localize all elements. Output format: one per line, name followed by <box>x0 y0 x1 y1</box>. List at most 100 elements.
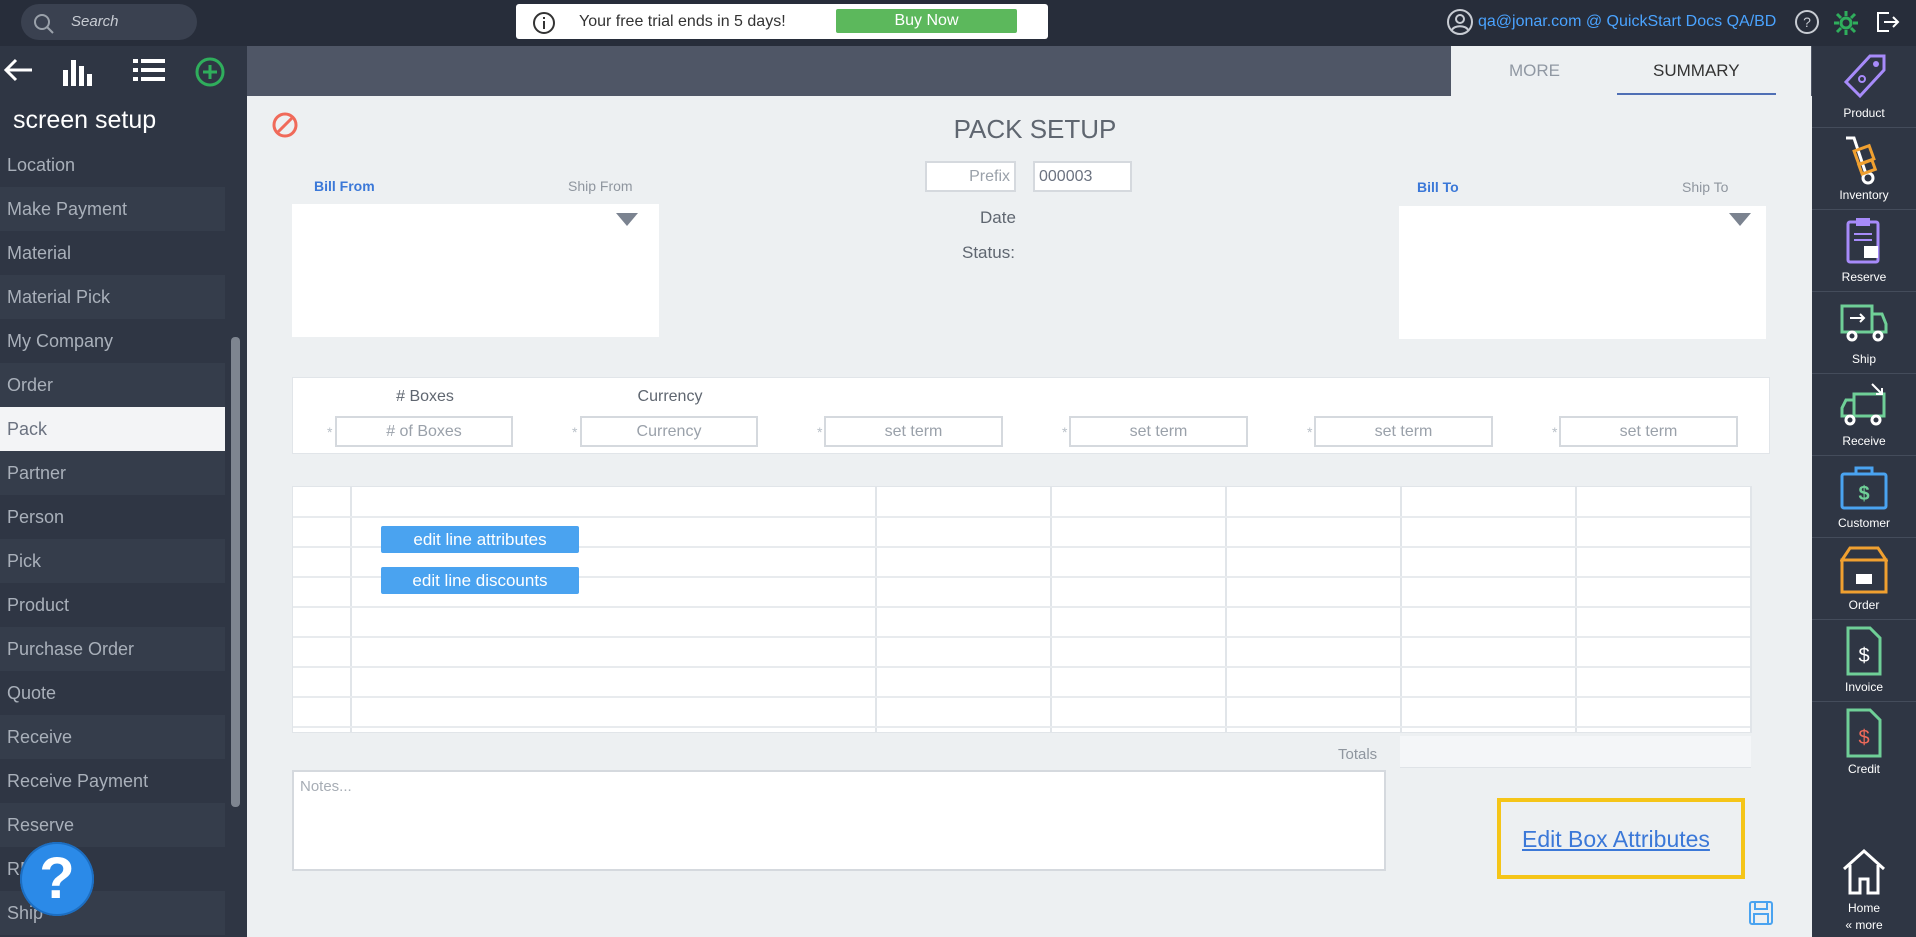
add-circle-icon[interactable] <box>194 56 226 88</box>
nav-inventory[interactable]: Inventory <box>1812 128 1916 209</box>
nav-invoice[interactable]: $ Invoice <box>1812 620 1916 701</box>
sidebar-item-person[interactable]: Person <box>0 495 225 539</box>
bill-from-dropdown-icon[interactable] <box>616 213 638 226</box>
more-link[interactable]: « more <box>1812 918 1916 932</box>
nav-receive[interactable]: Receive <box>1812 374 1916 455</box>
nav-credit-label: Credit <box>1847 762 1880 776</box>
tab-more[interactable]: MORE <box>1509 61 1560 81</box>
sidebar-item-quote[interactable]: Quote <box>0 671 225 715</box>
required-mark: * <box>817 424 823 440</box>
tab-active-indicator <box>1617 93 1776 95</box>
sidebar-item-reserve[interactable]: Reserve <box>0 803 225 847</box>
sidebar-item-material-pick[interactable]: Material Pick <box>0 275 225 319</box>
edit-line-attributes-button[interactable]: edit line attributes <box>381 526 579 553</box>
bill-to-dropdown-icon[interactable] <box>1729 213 1751 226</box>
number-input[interactable]: 000003 <box>1033 161 1132 192</box>
grid-divider <box>1750 487 1752 733</box>
tag-icon <box>1843 54 1886 99</box>
nav-order[interactable]: Order <box>1812 538 1916 619</box>
help-fab-button[interactable]: ? <box>20 842 94 916</box>
term-input[interactable]: set term <box>824 416 1003 447</box>
currency-label: Currency <box>637 388 703 405</box>
required-mark: * <box>1062 424 1068 440</box>
line-items-grid[interactable] <box>292 486 1752 733</box>
sidebar-title: screen setup <box>13 106 157 134</box>
bar-chart-icon[interactable] <box>61 56 93 86</box>
term-input[interactable]: set term <box>1069 416 1248 447</box>
ship-to-label[interactable]: Ship To <box>1682 179 1728 195</box>
prefix-input[interactable]: Prefix <box>925 161 1016 192</box>
sidebar-scrollbar[interactable] <box>231 337 240 807</box>
sidebar-item-receive[interactable]: Receive <box>0 715 225 759</box>
hand-truck-icon <box>1846 136 1878 185</box>
sidebar-list: Location Make Payment Material Material … <box>0 143 225 935</box>
gear-icon[interactable] <box>1832 9 1860 37</box>
logout-icon[interactable] <box>1874 9 1900 35</box>
required-mark: * <box>1307 424 1313 440</box>
currency-input[interactable]: Currency <box>580 416 758 447</box>
user-text: qa@jonar.com @ QuickStart Docs QA/BD <box>1478 13 1777 30</box>
nav-home[interactable]: Home <box>1812 841 1916 922</box>
svg-text:?: ? <box>1803 14 1811 30</box>
nav-order-label: Order <box>1848 598 1880 612</box>
nav-credit[interactable]: $ Credit <box>1812 702 1916 783</box>
buy-now-button[interactable]: Buy Now <box>836 9 1017 33</box>
grid-row-line <box>293 696 1750 698</box>
boxes-input[interactable]: # of Boxes <box>335 416 513 447</box>
bill-to-label[interactable]: Bill To <box>1417 179 1459 195</box>
bill-from-address-box[interactable] <box>292 204 659 337</box>
required-mark: * <box>572 424 578 440</box>
grid-row-line <box>293 606 1750 608</box>
search-box[interactable] <box>21 4 197 40</box>
nav-customer[interactable]: $ Customer <box>1812 456 1916 537</box>
user-account[interactable]: qa@jonar.com @ QuickStart Docs QA/BD <box>1446 8 1776 36</box>
edit-line-discounts-button[interactable]: edit line discounts <box>381 567 579 594</box>
tab-summary[interactable]: SUMMARY <box>1653 61 1740 81</box>
right-sidebar: Product Inventory Reserve Ship Receive $… <box>1812 46 1916 937</box>
notes-field[interactable] <box>292 770 1386 871</box>
nav-receive-label: Receive <box>1842 434 1886 448</box>
help-icon[interactable]: ? <box>1794 9 1820 35</box>
search-input[interactable] <box>71 13 186 30</box>
nav-product-label: Product <box>1843 106 1885 120</box>
nav-reserve-label: Reserve <box>1841 270 1887 284</box>
sidebar-item-receive-payment[interactable]: Receive Payment <box>0 759 225 803</box>
sidebar-item-product[interactable]: Product <box>0 583 225 627</box>
truck-out-icon <box>1840 304 1888 342</box>
trial-banner: Your free trial ends in 5 days! Buy Now <box>516 4 1048 39</box>
list-icon[interactable] <box>133 56 165 84</box>
sidebar-item-order[interactable]: Order <box>0 363 225 407</box>
briefcase-dollar-icon: $ <box>1840 466 1888 510</box>
save-icon[interactable] <box>1748 900 1774 926</box>
nav-reserve[interactable]: Reserve <box>1812 210 1916 291</box>
user-icon <box>1447 9 1473 35</box>
sidebar-item-location[interactable]: Location <box>0 143 225 187</box>
svg-text:$: $ <box>1858 645 1869 667</box>
required-mark: * <box>1552 424 1558 440</box>
top-bar: Your free trial ends in 5 days! Buy Now … <box>0 0 1916 46</box>
sidebar-item-purchase-order[interactable]: Purchase Order <box>0 627 225 671</box>
grid-row-line <box>293 636 1750 638</box>
cancel-icon[interactable] <box>271 111 299 139</box>
nav-product[interactable]: Product <box>1812 46 1916 127</box>
nav-ship[interactable]: Ship <box>1812 292 1916 373</box>
term-input[interactable]: set term <box>1314 416 1493 447</box>
bill-to-address-box[interactable] <box>1399 206 1766 339</box>
ship-from-label[interactable]: Ship From <box>568 178 633 194</box>
status-label: Status: <box>962 243 1015 262</box>
sidebar-item-make-payment[interactable]: Make Payment <box>0 187 225 231</box>
term-input[interactable]: set term <box>1559 416 1738 447</box>
search-icon <box>34 14 54 34</box>
edit-box-attributes-link[interactable]: Edit Box Attributes <box>1522 826 1710 853</box>
grid-row-line <box>293 726 1750 728</box>
bill-from-label[interactable]: Bill From <box>314 178 375 194</box>
back-arrow-icon[interactable] <box>2 56 34 84</box>
sidebar-item-pack[interactable]: Pack <box>0 407 225 451</box>
home-icon <box>1842 848 1886 895</box>
sidebar-item-partner[interactable]: Partner <box>0 451 225 495</box>
sidebar-item-pick[interactable]: Pick <box>0 539 225 583</box>
required-mark: * <box>327 424 333 440</box>
sidebar-item-my-company[interactable]: My Company <box>0 319 225 363</box>
sidebar-item-material[interactable]: Material <box>0 231 225 275</box>
trial-text: Your free trial ends in 5 days! <box>579 13 786 30</box>
